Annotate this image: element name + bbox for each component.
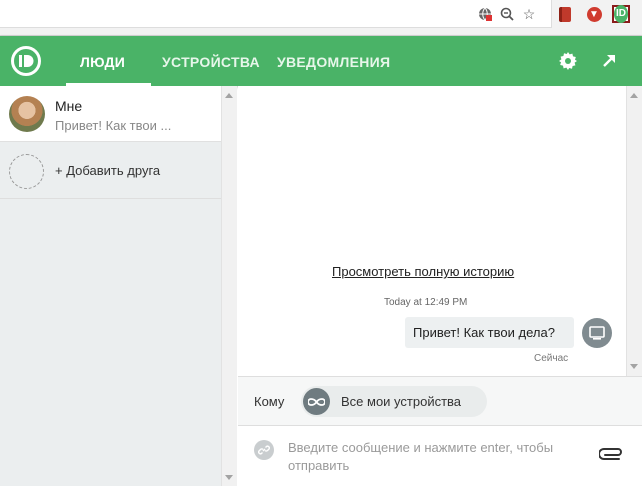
scroll-up-icon[interactable] <box>630 93 638 98</box>
add-friend-placeholder-icon <box>9 154 44 189</box>
to-label: Кому <box>254 394 285 409</box>
message-input[interactable] <box>288 439 588 479</box>
popout-icon[interactable] <box>598 50 620 72</box>
pushbullet-logo-icon <box>11 46 41 76</box>
compose-area <box>238 426 642 486</box>
recipient-name: Все мои устройства <box>341 394 462 409</box>
contact-preview: Привет! Как твои ... <box>55 118 172 133</box>
globe-icon[interactable] <box>476 5 494 23</box>
message-bubble: Привет! Как твои дела? <box>405 317 574 348</box>
scroll-down-icon[interactable] <box>630 364 638 369</box>
link-icon[interactable] <box>254 440 274 460</box>
sidebar-scrollbar[interactable] <box>221 86 237 486</box>
tab-devices[interactable]: УСТРОЙСТВА <box>162 36 260 86</box>
tab-notifications[interactable]: УВЕДОМЛЕНИЯ <box>277 36 390 86</box>
add-friend-button[interactable]: + Добавить друга <box>0 143 221 199</box>
address-bar[interactable] <box>0 0 552 28</box>
recipient-selector[interactable]: Все мои устройства <box>301 386 487 417</box>
star-icon[interactable]: ☆ <box>520 5 538 23</box>
zoom-icon[interactable] <box>498 5 516 23</box>
paperclip-icon[interactable] <box>598 444 625 460</box>
bookmark-icon[interactable] <box>556 5 574 23</box>
tab-people[interactable]: ЛЮДИ <box>65 36 152 86</box>
gear-icon[interactable] <box>557 50 579 72</box>
chat-scrollbar[interactable] <box>626 86 642 376</box>
message-timestamp: Today at 12:49 PM <box>384 297 468 308</box>
device-avatar-icon <box>582 318 612 348</box>
contacts-sidebar: Мне Привет! Как твои ... + Добавить друг… <box>0 86 237 486</box>
contact-item-me[interactable]: Мне Привет! Как твои ... <box>0 86 221 142</box>
full-history-link[interactable]: Просмотреть полную историю <box>332 264 514 279</box>
recipient-row: Кому Все мои устройства <box>238 376 642 426</box>
chat-panel: Просмотреть полную историю Today at 12:4… <box>238 86 642 486</box>
infinity-icon <box>303 388 330 415</box>
avatar <box>9 96 45 132</box>
browser-toolbar: ☆ ▼ ID <box>0 0 642 36</box>
add-friend-label: + Добавить друга <box>55 163 161 178</box>
message-status: Сейчас <box>534 353 569 364</box>
pushbullet-icon[interactable]: ID <box>612 5 630 23</box>
contact-name: Мне <box>55 98 83 114</box>
scroll-up-icon[interactable] <box>225 93 233 98</box>
scroll-down-icon[interactable] <box>225 475 233 480</box>
opera-icon[interactable]: ▼ <box>585 5 603 23</box>
app-header: ЛЮДИ УСТРОЙСТВА УВЕДОМЛЕНИЯ <box>0 36 642 86</box>
